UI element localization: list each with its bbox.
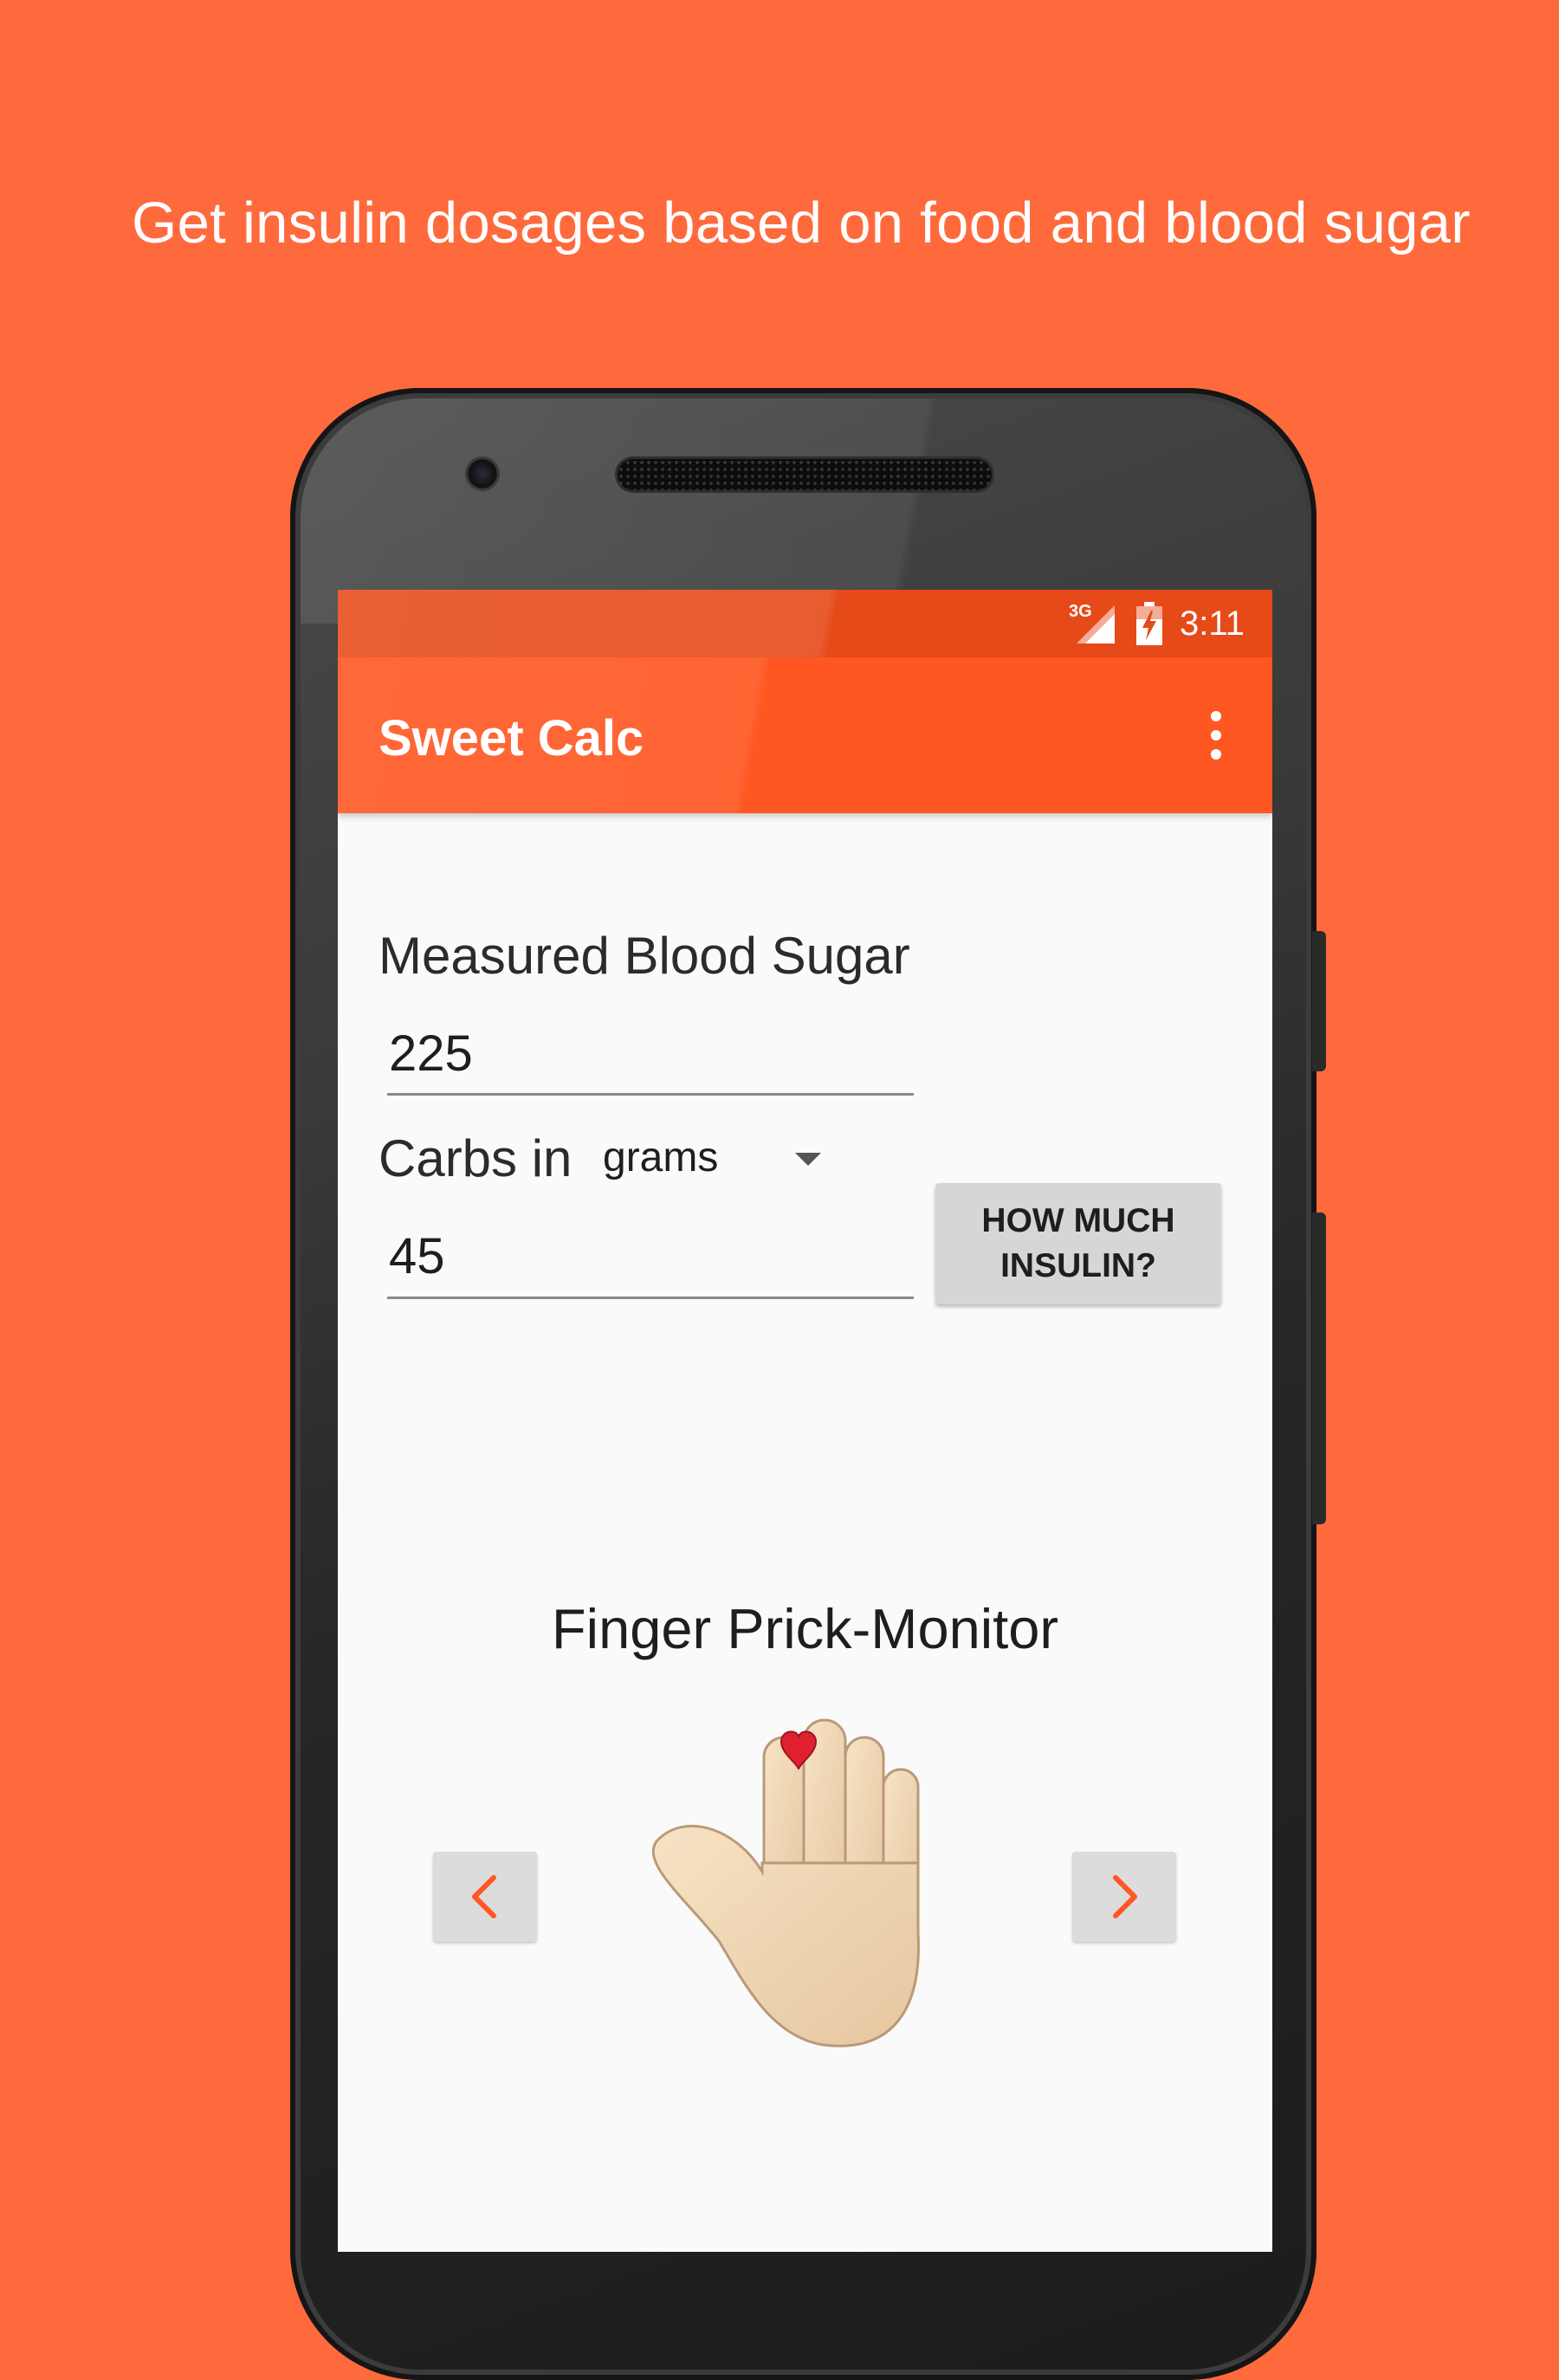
app-toolbar: Sweet Calc	[338, 657, 1272, 813]
earpiece-speaker	[618, 459, 992, 490]
carbs-unit-value: grams	[603, 1135, 719, 1180]
app-screen: 3G 3:11 Sweet Calc Measured Blood Sugar …	[338, 590, 1272, 2252]
blood-sugar-label: Measured Blood Sugar	[378, 927, 910, 985]
carbs-input[interactable]: 45	[387, 1227, 914, 1299]
signal-icon	[1077, 605, 1115, 644]
raised-hand-with-heart-icon	[651, 1718, 920, 2047]
promo-headline: Get insulin dosages based on food and bl…	[132, 191, 1471, 255]
dropdown-arrow-icon	[795, 1153, 821, 1166]
status-bar: 3G 3:11	[338, 590, 1272, 657]
phone-power-key	[1312, 931, 1326, 1071]
carbs-label: Carbs in	[378, 1129, 572, 1187]
app-title: Sweet Calc	[378, 710, 644, 766]
blood-sugar-input[interactable]: 225	[387, 1025, 914, 1096]
clock: 3:11	[1180, 605, 1245, 643]
how-much-insulin-button[interactable]: HOW MUCH INSULIN?	[935, 1183, 1221, 1304]
battery-charging-icon	[1136, 602, 1162, 645]
chevron-left-icon	[472, 1875, 496, 1918]
next-button[interactable]	[1072, 1852, 1176, 1942]
carbs-unit-dropdown[interactable]: grams	[603, 1127, 837, 1196]
phone-volume-key	[1312, 1213, 1326, 1524]
chevron-right-icon	[1113, 1875, 1137, 1918]
previous-button[interactable]	[433, 1852, 537, 1942]
monitor-title: Finger Prick-Monitor	[551, 1597, 1059, 1660]
front-camera	[468, 459, 497, 488]
more-vert-icon[interactable]	[1204, 701, 1228, 770]
